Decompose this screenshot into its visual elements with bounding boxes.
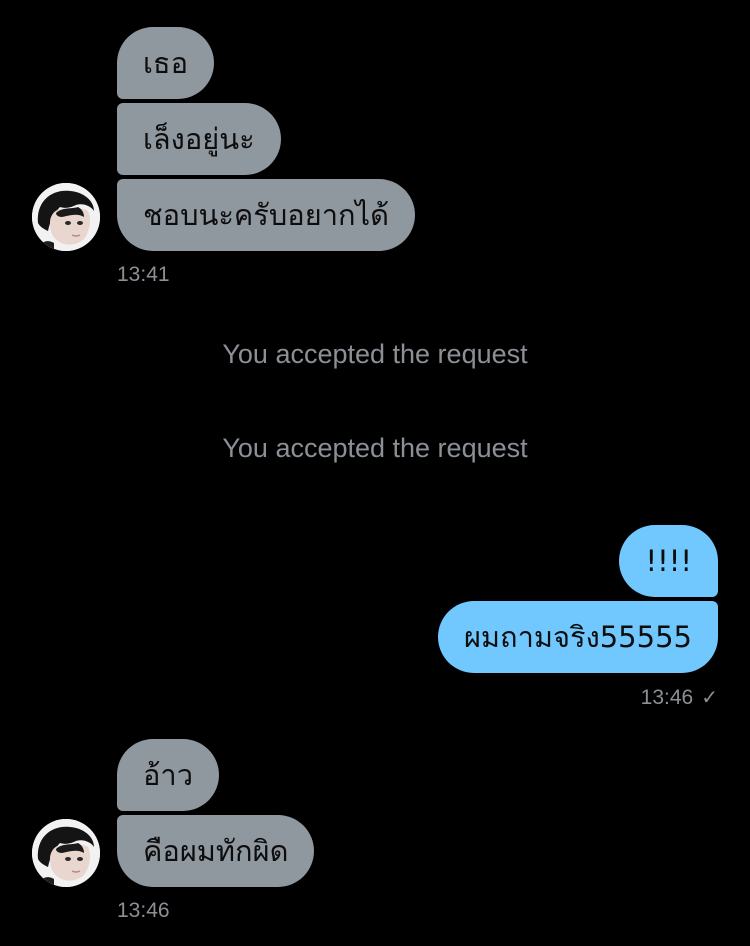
- incoming-message[interactable]: อ้าว: [117, 739, 219, 811]
- message-timestamp: 13:46 ✓: [641, 685, 718, 710]
- message-text: คือผมทักผิด: [143, 834, 289, 868]
- incoming-message[interactable]: คือผมทักผิด: [117, 815, 315, 887]
- incoming-message[interactable]: ชอบนะครับอยากได้: [117, 179, 415, 251]
- message-timestamp: 13:41: [117, 263, 170, 287]
- timestamp-text: 13:41: [117, 263, 170, 286]
- system-notice: You accepted the request: [222, 339, 528, 369]
- incoming-message[interactable]: เล็งอยู่นะ: [117, 103, 281, 175]
- message-text: !!!!: [645, 544, 692, 578]
- system-notice: You accepted the request: [222, 433, 528, 463]
- avatar-photo-icon: [32, 819, 100, 887]
- message-text: อ้าว: [143, 758, 193, 792]
- sender-avatar[interactable]: [32, 183, 100, 251]
- message-timestamp: 13:46: [117, 899, 170, 923]
- timestamp-text: 13:46: [640, 685, 694, 709]
- sender-avatar[interactable]: [32, 819, 100, 887]
- incoming-message[interactable]: เธอ: [117, 27, 215, 99]
- outgoing-message[interactable]: ผมถามจริง55555: [437, 601, 718, 673]
- timestamp-text: 13:46: [117, 899, 170, 922]
- checkmark-icon: ✓: [701, 687, 718, 709]
- message-text: ผมถามจริง55555: [463, 620, 692, 654]
- message-text: ชอบนะครับอยากได้: [143, 198, 389, 232]
- message-text: เล็งอยู่นะ: [143, 122, 255, 156]
- avatar-photo-icon: [32, 183, 100, 251]
- message-text: เธอ: [143, 46, 189, 80]
- outgoing-message[interactable]: !!!!: [619, 525, 718, 597]
